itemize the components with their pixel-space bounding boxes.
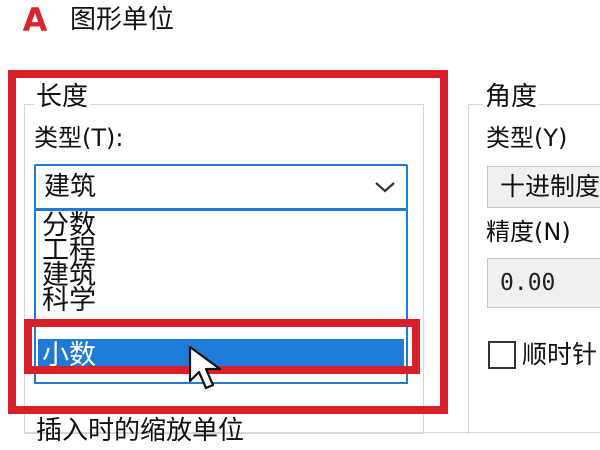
- dropdown-option-scientific[interactable]: 科学: [42, 286, 96, 316]
- angle-section-title: 角度: [483, 82, 540, 112]
- angle-type-label: 类型(Y): [486, 124, 568, 152]
- chevron-down-icon[interactable]: [364, 172, 406, 202]
- angle-precision-select[interactable]: 0.00: [487, 258, 600, 308]
- length-type-select[interactable]: 建筑: [34, 164, 408, 210]
- insertion-scale-title: 插入时的缩放单位: [36, 416, 245, 446]
- angle-precision-label: 精度(N): [486, 218, 571, 246]
- length-section-title: 长度: [34, 82, 91, 112]
- length-type-selected-value: 建筑: [44, 172, 97, 202]
- title-bar: A 图形单位: [0, 0, 600, 56]
- length-type-label: 类型(T):: [34, 124, 124, 152]
- clockwise-checkbox-row[interactable]: 顺时针: [488, 338, 597, 372]
- clockwise-label: 顺时针: [522, 340, 598, 369]
- app-logo-icon: A: [22, 1, 48, 39]
- angle-type-select[interactable]: 十进制度: [487, 166, 600, 208]
- window-title: 图形单位: [70, 5, 175, 35]
- clockwise-checkbox[interactable]: [488, 341, 516, 369]
- pointer-icon: [188, 345, 222, 390]
